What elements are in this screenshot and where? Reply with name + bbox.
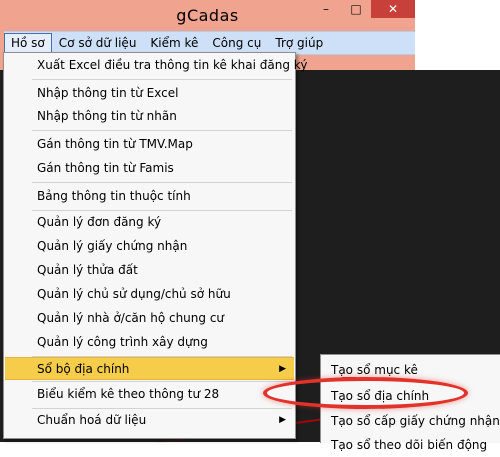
titlebar[interactable]: gCadas – □ ✕	[0, 0, 415, 32]
menu-item-label: Chuẩn hoá dữ liệu	[37, 413, 147, 427]
menu-separator	[32, 130, 292, 131]
menu-separator	[32, 79, 292, 80]
submenu-item-create-change-book[interactable]: Tạo sổ theo dõi biến động	[321, 433, 500, 457]
minimize-icon[interactable]: –	[311, 0, 341, 18]
submenu-item-create-certificate-book[interactable]: Tạo sổ cấp giấy chứng nhận	[321, 409, 500, 433]
submenu-arrow-icon: ▶	[279, 415, 286, 425]
menubar-item-ho-so[interactable]: Hồ sơ	[4, 33, 52, 53]
menubar-item-co-so-du-lieu[interactable]: Cơ sở dữ liệu	[52, 33, 144, 53]
menu-item-manage-applications[interactable]: Quản lý đơn đăng ký	[5, 211, 294, 234]
menu-item-export-excel[interactable]: Xuất Excel điều tra thông tin kê khai đă…	[5, 54, 307, 77]
menu-item-manage-parcels[interactable]: Quản lý thửa đất	[5, 259, 294, 282]
menu-item-attribute-table[interactable]: Bảng thông tin thuộc tính	[5, 185, 294, 208]
window-controls: – □ ✕	[311, 0, 415, 20]
menubar-item-kiem-ke[interactable]: Kiểm kê	[143, 33, 205, 53]
menu-separator	[32, 381, 292, 382]
menubar-item-cong-cu[interactable]: Công cụ	[205, 33, 268, 53]
dropdown-menu-ho-so: Xuất Excel điều tra thông tin kê khai đă…	[3, 52, 307, 439]
menu-item-cadastral-books[interactable]: Sổ bộ địa chính ▶	[5, 357, 294, 380]
menu-item-assign-famis[interactable]: Gán thông tin từ Famis	[5, 157, 294, 180]
submenu-arrow-icon: ▶	[279, 364, 286, 374]
close-icon[interactable]: ✕	[371, 0, 415, 18]
menu-item-manage-housing[interactable]: Quản lý nhà ở/căn hộ chung cư	[5, 307, 294, 330]
menu-item-import-label[interactable]: Nhập thông tin từ nhãn	[5, 105, 294, 128]
menu-item-manage-certificates[interactable]: Quản lý giấy chứng nhận	[5, 235, 294, 258]
highlight-ellipse-annotation	[263, 377, 468, 409]
menu-separator	[32, 182, 292, 183]
menu-item-normalize-data[interactable]: Chuẩn hoá dữ liệu ▶	[5, 409, 294, 432]
menu-item-manage-owners[interactable]: Quản lý chủ sử dụng/chủ sở hữu	[5, 283, 294, 306]
menu-item-manage-constructions[interactable]: Quản lý công trình xây dựng	[5, 331, 294, 354]
menu-item-assign-tmv[interactable]: Gán thông tin từ TMV.Map	[5, 133, 294, 156]
maximize-icon[interactable]: □	[341, 0, 371, 18]
menubar-item-tro-giup[interactable]: Trợ giúp	[268, 33, 330, 53]
menu-item-import-excel[interactable]: Nhập thông tin từ Excel	[5, 82, 294, 105]
menu-item-inventory-report[interactable]: Biểu kiểm kê theo thông tư 28	[5, 383, 294, 406]
menu-item-label: Sổ bộ địa chính	[37, 362, 130, 376]
